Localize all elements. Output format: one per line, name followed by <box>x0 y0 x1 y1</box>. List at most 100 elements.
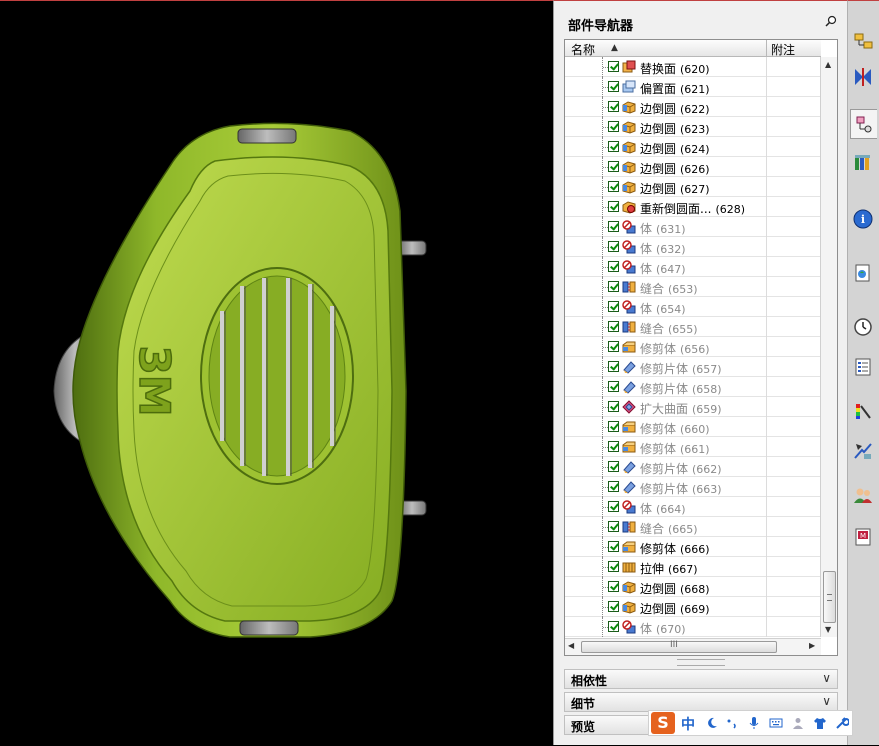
process-studio-icon[interactable] <box>850 353 876 381</box>
tree-row[interactable]: 重新倒圆面... (628) <box>565 197 821 217</box>
visibility-checkbox[interactable] <box>608 61 619 72</box>
scroll-up-icon[interactable]: ▲ <box>825 60 831 69</box>
tree-row[interactable]: 修剪片体 (662) <box>565 457 821 477</box>
column-header-name[interactable]: 名称 <box>571 41 595 58</box>
visibility-checkbox[interactable] <box>608 521 619 532</box>
tree-row[interactable]: 体 (647) <box>565 257 821 277</box>
system-materials-icon[interactable]: M <box>850 523 876 551</box>
constraint-navigator-icon[interactable] <box>850 63 876 91</box>
visibility-checkbox[interactable] <box>608 281 619 292</box>
scroll-left-icon[interactable]: ◀ <box>568 641 574 650</box>
skin-icon[interactable] <box>813 716 827 730</box>
part-navigator-icon[interactable] <box>850 109 877 139</box>
tree-row[interactable]: 边倒圆 (669) <box>565 597 821 617</box>
ime-toolbar[interactable]: S 中 <box>648 710 853 736</box>
tree-row[interactable]: 边倒圆 (627) <box>565 177 821 197</box>
microphone-icon[interactable] <box>747 716 761 730</box>
visibility-checkbox[interactable] <box>608 441 619 452</box>
visibility-checkbox[interactable] <box>608 401 619 412</box>
visibility-checkbox[interactable] <box>608 161 619 172</box>
section-dependencies[interactable]: 相依性 ∨ <box>564 669 838 689</box>
panel-splitter[interactable] <box>677 659 725 666</box>
roles-icon[interactable] <box>850 481 876 509</box>
mask-model[interactable]: 3M <box>0 1 553 746</box>
visibility-checkbox[interactable] <box>608 421 619 432</box>
vertical-scroll-thumb[interactable] <box>823 571 836 623</box>
visibility-checkbox[interactable] <box>608 541 619 552</box>
chevron-down-icon[interactable]: ∨ <box>822 671 831 685</box>
visibility-checkbox[interactable] <box>608 341 619 352</box>
visibility-checkbox[interactable] <box>608 141 619 152</box>
visibility-checkbox[interactable] <box>608 621 619 632</box>
visibility-checkbox[interactable] <box>608 301 619 312</box>
visibility-checkbox[interactable] <box>608 381 619 392</box>
visibility-checkbox[interactable] <box>608 601 619 612</box>
visibility-checkbox[interactable] <box>608 101 619 112</box>
tree-row[interactable]: 修剪片体 (658) <box>565 377 821 397</box>
tree-row[interactable]: 体 (664) <box>565 497 821 517</box>
wrench-icon[interactable] <box>835 716 849 730</box>
visibility-checkbox[interactable] <box>608 221 619 232</box>
column-divider[interactable] <box>766 40 767 56</box>
tree-row[interactable]: 修剪片体 (663) <box>565 477 821 497</box>
visibility-checkbox[interactable] <box>608 501 619 512</box>
visibility-checkbox[interactable] <box>608 461 619 472</box>
tree-row[interactable]: 修剪体 (666) <box>565 537 821 557</box>
horizontal-scroll-thumb[interactable]: III <box>581 640 777 653</box>
web-browser-icon[interactable] <box>850 259 876 287</box>
sogou-logo-icon[interactable]: S <box>651 712 675 734</box>
visibility-checkbox[interactable] <box>608 81 619 92</box>
scroll-down-icon[interactable]: ▼ <box>825 625 831 634</box>
tree-row[interactable]: 体 (631) <box>565 217 821 237</box>
visibility-checkbox[interactable] <box>608 261 619 272</box>
visibility-checkbox[interactable] <box>608 321 619 332</box>
horizontal-scrollbar[interactable]: ◀ III ▶ <box>565 638 821 655</box>
visibility-checkbox[interactable] <box>608 361 619 372</box>
tree-row[interactable]: 替换面 (620) <box>565 57 821 77</box>
tree-row[interactable]: 体 (654) <box>565 297 821 317</box>
tree-row[interactable]: 体 (632) <box>565 237 821 257</box>
tree-row[interactable]: 修剪片体 (657) <box>565 357 821 377</box>
punctuation-icon[interactable] <box>725 716 739 730</box>
pin-icon[interactable] <box>825 15 837 27</box>
tree-row[interactable]: 修剪体 (656) <box>565 337 821 357</box>
chevron-down-icon[interactable]: ∨ <box>822 694 831 708</box>
tree-row[interactable]: 缝合 (665) <box>565 517 821 537</box>
vertical-scrollbar[interactable]: ▲ ▼ <box>820 57 837 637</box>
tree-row[interactable]: 边倒圆 (626) <box>565 157 821 177</box>
moon-icon[interactable] <box>705 716 719 730</box>
assembly-navigator-icon[interactable] <box>850 27 876 55</box>
tree-row[interactable]: 扩大曲面 (659) <box>565 397 821 417</box>
tree-row[interactable]: 拉伸 (667) <box>565 557 821 577</box>
tree-row[interactable]: 体 (670) <box>565 617 821 637</box>
tree-row[interactable]: 边倒圆 (622) <box>565 97 821 117</box>
reuse-library-icon[interactable] <box>850 149 876 177</box>
hd3d-tools-icon[interactable]: i <box>850 205 876 233</box>
tree-row[interactable]: 修剪体 (660) <box>565 417 821 437</box>
history-icon[interactable] <box>850 313 876 341</box>
manufacturing-wizard-icon[interactable] <box>850 437 876 465</box>
tree-row[interactable]: 缝合 (653) <box>565 277 821 297</box>
tree-row[interactable]: 边倒圆 (623) <box>565 117 821 137</box>
tree-row[interactable]: 边倒圆 (668) <box>565 577 821 597</box>
tree-row[interactable]: 边倒圆 (624) <box>565 137 821 157</box>
feature-tree[interactable]: 名称 ▲ 附注 替换面 (620) 偏置面 (621) 边倒圆 (622) 边倒圆 (623)… <box>564 39 838 656</box>
graphics-viewport[interactable]: 3M <box>0 0 553 745</box>
tree-row[interactable]: 偏置面 (621) <box>565 77 821 97</box>
visual-report-icon[interactable] <box>850 397 876 425</box>
keyboard-icon[interactable] <box>769 716 783 730</box>
visibility-checkbox[interactable] <box>608 181 619 192</box>
visibility-checkbox[interactable] <box>608 121 619 132</box>
visibility-checkbox[interactable] <box>608 481 619 492</box>
section-details[interactable]: 细节 ∨ <box>564 692 838 712</box>
user-icon[interactable] <box>791 716 805 730</box>
visibility-checkbox[interactable] <box>608 561 619 572</box>
scroll-right-icon[interactable]: ▶ <box>809 641 815 650</box>
visibility-checkbox[interactable] <box>608 241 619 252</box>
tree-row[interactable]: 缝合 (655) <box>565 317 821 337</box>
tree-row[interactable]: 修剪体 (661) <box>565 437 821 457</box>
visibility-checkbox[interactable] <box>608 201 619 212</box>
column-header-note[interactable]: 附注 <box>771 41 795 58</box>
ime-mode-toggle[interactable]: 中 <box>681 714 695 734</box>
visibility-checkbox[interactable] <box>608 581 619 592</box>
